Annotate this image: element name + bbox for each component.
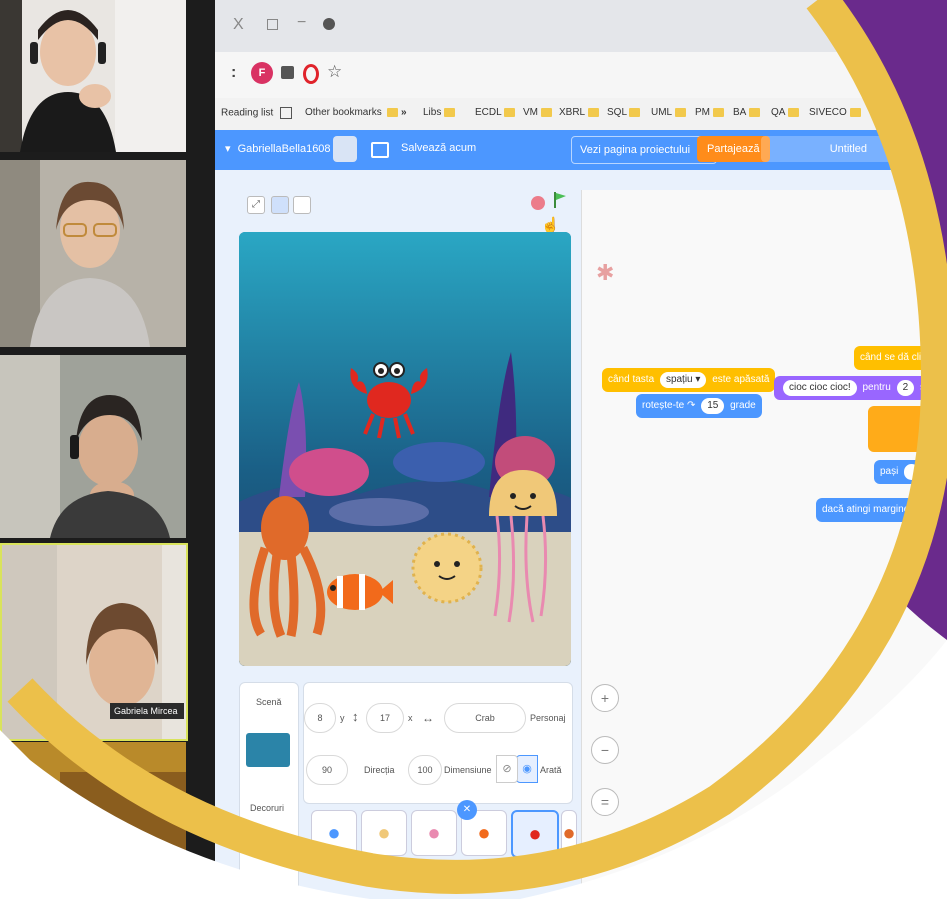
decorative-frame: [0, 0, 947, 899]
ring-outer-area: [0, 0, 947, 899]
video-call-screenshot: Gabriela Mircea X − : F ☆ Reading list O…: [0, 0, 947, 899]
gold-ring: [7, 0, 947, 894]
